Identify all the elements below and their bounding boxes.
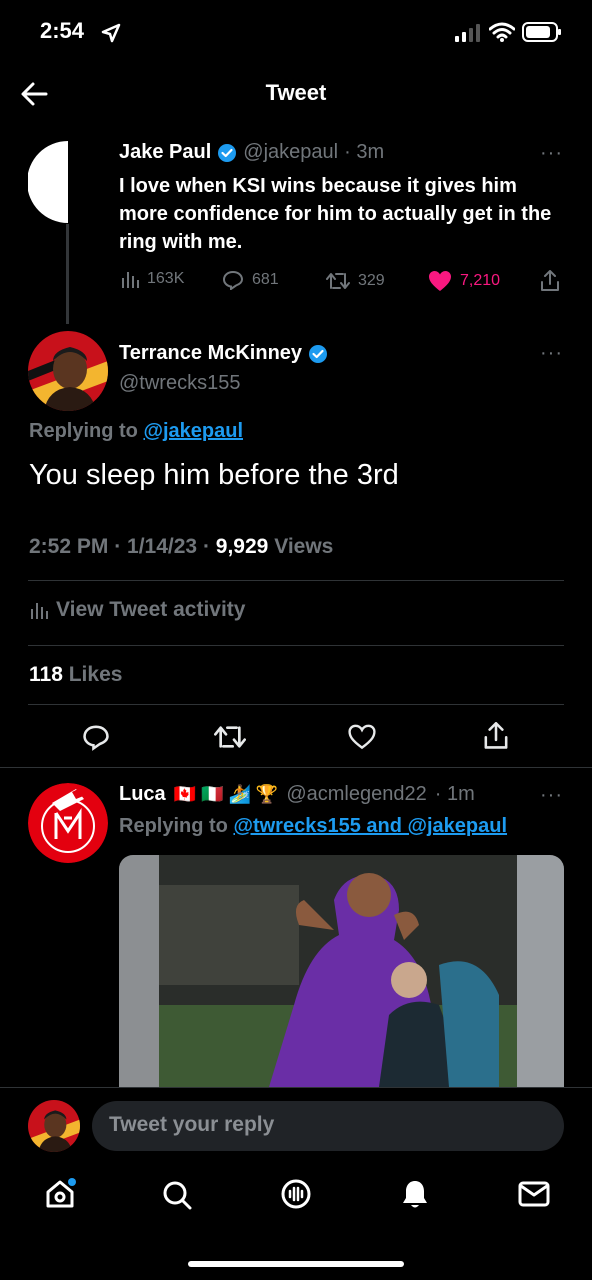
parent-tweet-text: I love when KSI wins because it gives hi…: [119, 175, 552, 253]
parent-author-name[interactable]: Jake Paul: [119, 141, 211, 164]
reply-tweet-header: Luca 🇨🇦 🇮🇹 🏄 🏆 @acmlegend22 · 1m: [119, 783, 475, 806]
liked-heart-icon: [428, 270, 452, 292]
reply-tweet-avatar[interactable]: [28, 783, 108, 863]
reply-input[interactable]: Tweet your reply: [92, 1101, 564, 1151]
divider: [0, 1087, 592, 1088]
parent-likes[interactable]: 7,210: [428, 270, 500, 292]
parent-likes-count: 7,210: [460, 272, 501, 289]
thread-line: [66, 224, 69, 324]
parent-author-handle[interactable]: @jakepaul: [243, 141, 338, 164]
home-indicator[interactable]: [188, 1261, 404, 1267]
reply-author-name[interactable]: Luca: [119, 783, 166, 806]
reply-author-handle[interactable]: @acmlegend22: [286, 783, 426, 806]
share-icon[interactable]: [540, 270, 560, 292]
home-icon[interactable]: [44, 1178, 76, 1210]
reply-author-emojis: 🇨🇦 🇮🇹 🏄 🏆: [173, 784, 279, 804]
parent-replies[interactable]: 681: [222, 270, 279, 290]
composer-avatar: [28, 1100, 80, 1152]
divider: [0, 767, 592, 768]
parent-tweet-header: Jake Paul @jakepaul · 3m: [119, 141, 384, 164]
views-bar-icon: [121, 270, 139, 288]
main-author-name[interactable]: Terrance McKinney: [119, 342, 302, 365]
main-tweet-time: 2:52 PM: [29, 535, 109, 558]
spaces-icon[interactable]: [280, 1178, 312, 1210]
parent-retweets-count: 329: [358, 272, 385, 289]
messages-icon[interactable]: [518, 1180, 550, 1208]
reply-icon: [222, 270, 244, 290]
retweet-icon: [326, 272, 350, 290]
reply-replying-prefix: Replying to: [119, 815, 228, 837]
main-tweet-date: 1/14/23: [127, 535, 198, 558]
wifi-icon: [489, 22, 515, 42]
page-title: Tweet: [265, 80, 327, 105]
replying-prefix: Replying to: [29, 420, 138, 442]
reply-action-icon[interactable]: [82, 723, 110, 751]
view-activity-label: View Tweet activity: [56, 598, 246, 621]
reply-replying-to-links[interactable]: @twrecks155 and @jakepaul: [233, 815, 507, 837]
share-action-icon[interactable]: [483, 722, 509, 750]
main-views-label: Views: [274, 535, 334, 558]
main-more-icon[interactable]: ···: [540, 342, 563, 365]
main-tweet-text: You sleep him before the 3rd: [29, 459, 399, 491]
status-time: 2:54: [40, 18, 85, 43]
main-view-count: 9,929: [215, 535, 269, 558]
like-action-icon[interactable]: [347, 724, 377, 750]
verified-badge-icon: [217, 143, 237, 163]
parent-views-count: 163K: [147, 270, 185, 287]
main-tweet-meta: 2:52 PM · 1/14/23 · 9,929 Views: [29, 535, 334, 558]
likes-label: Likes: [68, 663, 123, 686]
parent-retweets[interactable]: 329: [326, 272, 385, 290]
parent-views[interactable]: 163K: [121, 270, 184, 288]
parent-tweet-avatar[interactable]: [27, 141, 109, 223]
notifications-icon[interactable]: [400, 1178, 430, 1210]
reply-more-icon[interactable]: ···: [540, 784, 563, 807]
divider: [28, 580, 564, 581]
replying-to-link[interactable]: @jakepaul: [143, 420, 243, 442]
cellular-signal-icon: [455, 24, 483, 42]
likes-count: 118: [29, 663, 63, 686]
parent-tweet-time: · 3m: [344, 141, 385, 163]
battery-icon: [522, 22, 562, 42]
verified-badge-icon: [308, 344, 328, 364]
parent-replies-count: 681: [252, 271, 279, 288]
reply-replying-to: Replying to @twrecks155 and @jakepaul: [119, 815, 507, 838]
reply-tweet-time: · 1m: [434, 783, 475, 805]
main-tweet-header: Terrance McKinney: [119, 342, 328, 365]
reply-media-image[interactable]: [119, 855, 564, 1087]
analytics-icon: [30, 601, 48, 619]
parent-more-icon[interactable]: ···: [540, 142, 563, 165]
likes-summary[interactable]: 118 Likes: [29, 663, 122, 687]
search-icon[interactable]: [162, 1180, 192, 1210]
view-tweet-activity[interactable]: View Tweet activity: [30, 598, 245, 622]
location-arrow-icon: [101, 23, 121, 43]
divider: [28, 645, 564, 646]
retweet-action-icon[interactable]: [214, 724, 246, 750]
main-replying-to: Replying to @jakepaul: [29, 420, 243, 443]
main-author-handle[interactable]: @twrecks155: [119, 372, 240, 395]
main-tweet-avatar[interactable]: [28, 331, 108, 411]
divider: [28, 704, 564, 705]
